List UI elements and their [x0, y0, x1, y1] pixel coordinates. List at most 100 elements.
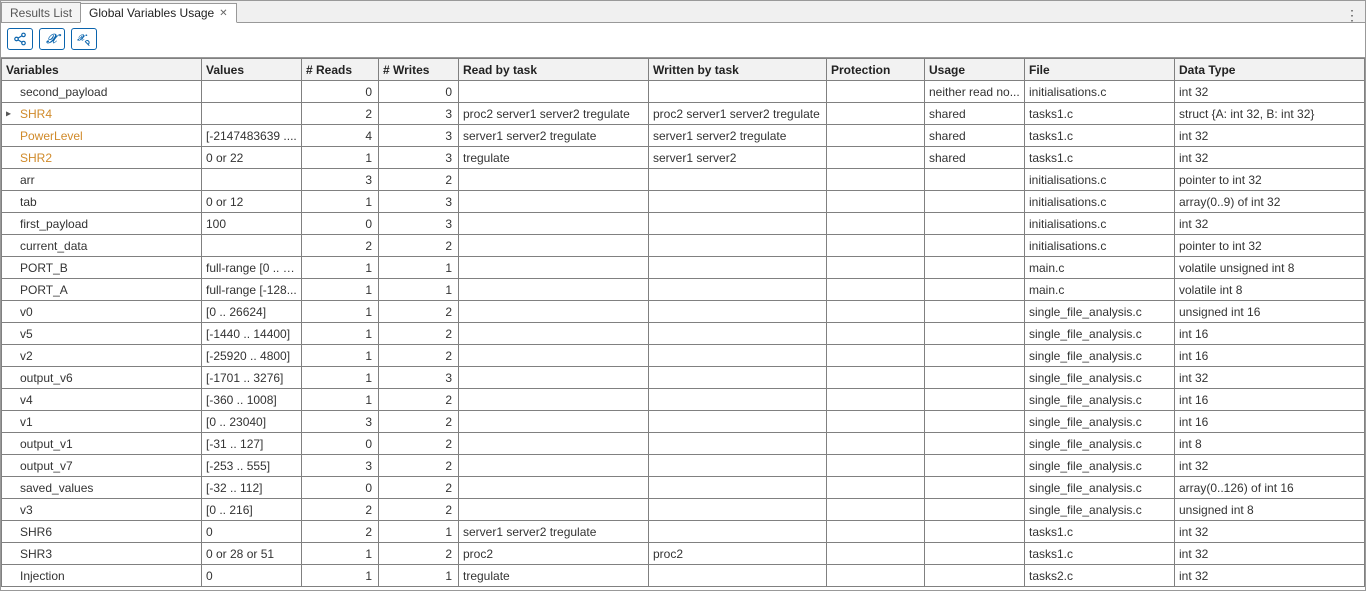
cell-values: [-253 .. 555]	[202, 455, 302, 477]
col-data-type[interactable]: Data Type	[1175, 59, 1365, 81]
table-row[interactable]: v4[-360 .. 1008]12single_file_analysis.c…	[2, 389, 1365, 411]
cell-usage	[925, 477, 1025, 499]
variable-button[interactable]: 𝒳	[39, 28, 65, 50]
expand-icon[interactable]: ▸	[6, 108, 11, 119]
cell-variable: ▸SHR4	[2, 103, 202, 125]
cell-written-by	[649, 411, 827, 433]
cell-file: single_file_analysis.c	[1025, 367, 1175, 389]
cell-data-type: array(0..9) of int 32	[1175, 191, 1365, 213]
variables-table: Variables Values # Reads # Writes Read b…	[1, 58, 1365, 587]
cell-data-type: volatile int 8	[1175, 279, 1365, 301]
cell-reads: 3	[302, 455, 379, 477]
cell-protection	[827, 411, 925, 433]
variable-name: saved_values	[20, 481, 93, 495]
table-row[interactable]: output_v1[-31 .. 127]02single_file_analy…	[2, 433, 1365, 455]
cell-written-by: proc2	[649, 543, 827, 565]
cell-reads: 0	[302, 433, 379, 455]
cell-written-by	[649, 81, 827, 103]
close-icon[interactable]: ✕	[219, 8, 227, 19]
cell-read-by	[459, 235, 649, 257]
variable-name: v0	[20, 305, 33, 319]
cell-values: [-31 .. 127]	[202, 433, 302, 455]
col-usage[interactable]: Usage	[925, 59, 1025, 81]
kebab-menu-icon[interactable]: ⋮	[1339, 8, 1365, 22]
cell-file: single_file_analysis.c	[1025, 345, 1175, 367]
cell-file: tasks1.c	[1025, 521, 1175, 543]
table-row[interactable]: SHR20 or 2213tregulateserver1 server2sha…	[2, 147, 1365, 169]
cell-reads: 1	[302, 389, 379, 411]
table-row[interactable]: PowerLevel[-2147483639 ....43server1 ser…	[2, 125, 1365, 147]
variable-name: second_payload	[20, 85, 107, 99]
table-row[interactable]: v1[0 .. 23040]32single_file_analysis.cin…	[2, 411, 1365, 433]
cell-usage	[925, 499, 1025, 521]
cell-reads: 1	[302, 565, 379, 587]
cell-written-by: proc2 server1 server2 tregulate	[649, 103, 827, 125]
cell-variable: current_data	[2, 235, 202, 257]
cell-reads: 1	[302, 301, 379, 323]
cell-writes: 2	[379, 477, 459, 499]
cell-written-by	[649, 213, 827, 235]
table-row[interactable]: v0[0 .. 26624]12single_file_analysis.cun…	[2, 301, 1365, 323]
cell-data-type: array(0..126) of int 16	[1175, 477, 1365, 499]
cell-read-by	[459, 433, 649, 455]
cell-values: 0 or 22	[202, 147, 302, 169]
col-read-by-task[interactable]: Read by task	[459, 59, 649, 81]
table-row[interactable]: arr32initialisations.cpointer to int 32	[2, 169, 1365, 191]
col-protection[interactable]: Protection	[827, 59, 925, 81]
cell-protection	[827, 367, 925, 389]
tab-results-list[interactable]: Results List	[1, 2, 81, 22]
table-row[interactable]: output_v6[-1701 .. 3276]13single_file_an…	[2, 367, 1365, 389]
cell-protection	[827, 301, 925, 323]
table-row[interactable]: v3[0 .. 216]22single_file_analysis.cunsi…	[2, 499, 1365, 521]
cell-writes: 0	[379, 81, 459, 103]
col-file[interactable]: File	[1025, 59, 1175, 81]
cell-values: full-range [-128...	[202, 279, 302, 301]
table-row[interactable]: current_data22initialisations.cpointer t…	[2, 235, 1365, 257]
col-reads[interactable]: # Reads	[302, 59, 379, 81]
table-row[interactable]: second_payload00neither read no...initia…	[2, 81, 1365, 103]
cell-usage: shared	[925, 103, 1025, 125]
tab-global-variables[interactable]: Global Variables Usage ✕	[80, 3, 237, 23]
table-row[interactable]: Injection011tregulatetasks2.cint 32	[2, 565, 1365, 587]
cell-reads: 0	[302, 213, 379, 235]
table-row[interactable]: saved_values[-32 .. 112]02single_file_an…	[2, 477, 1365, 499]
cell-protection	[827, 521, 925, 543]
cell-reads: 2	[302, 235, 379, 257]
cell-data-type: int 32	[1175, 213, 1365, 235]
table-row[interactable]: SHR30 or 28 or 5112proc2proc2tasks1.cint…	[2, 543, 1365, 565]
cell-data-type: int 32	[1175, 565, 1365, 587]
cell-writes: 3	[379, 191, 459, 213]
cell-variable: saved_values	[2, 477, 202, 499]
table-row[interactable]: tab0 or 1213initialisations.carray(0..9)…	[2, 191, 1365, 213]
cell-file: initialisations.c	[1025, 191, 1175, 213]
cell-protection	[827, 565, 925, 587]
table-row[interactable]: ▸SHR423proc2 server1 server2 tregulatepr…	[2, 103, 1365, 125]
cell-variable: SHR6	[2, 521, 202, 543]
variable-name: output_v1	[20, 437, 73, 451]
cell-variable: v2	[2, 345, 202, 367]
table-row[interactable]: PORT_Afull-range [-128...11main.cvolatil…	[2, 279, 1365, 301]
cell-values: full-range [0 .. 2...	[202, 257, 302, 279]
col-variables[interactable]: Variables	[2, 59, 202, 81]
variable-name: v2	[20, 349, 33, 363]
share-button[interactable]	[7, 28, 33, 50]
table-row[interactable]: v5[-1440 .. 14400]12single_file_analysis…	[2, 323, 1365, 345]
col-values[interactable]: Values	[202, 59, 302, 81]
table-row[interactable]: PORT_Bfull-range [0 .. 2...11main.cvolat…	[2, 257, 1365, 279]
cell-variable: PowerLevel	[2, 125, 202, 147]
cell-variable: v3	[2, 499, 202, 521]
col-written-by-task[interactable]: Written by task	[649, 59, 827, 81]
cell-data-type: int 16	[1175, 411, 1365, 433]
variable-settings-button[interactable]: 𝒳	[71, 28, 97, 50]
table-scroll-area[interactable]: Variables Values # Reads # Writes Read b…	[1, 58, 1365, 591]
cell-protection	[827, 433, 925, 455]
cell-file: single_file_analysis.c	[1025, 455, 1175, 477]
table-row[interactable]: SHR6021server1 server2 tregulatetasks1.c…	[2, 521, 1365, 543]
cell-usage	[925, 169, 1025, 191]
table-row[interactable]: v2[-25920 .. 4800]12single_file_analysis…	[2, 345, 1365, 367]
variable-name: output_v6	[20, 371, 73, 385]
variable-name: PORT_A	[20, 283, 68, 297]
col-writes[interactable]: # Writes	[379, 59, 459, 81]
table-row[interactable]: output_v7[-253 .. 555]32single_file_anal…	[2, 455, 1365, 477]
table-row[interactable]: first_payload10003initialisations.cint 3…	[2, 213, 1365, 235]
